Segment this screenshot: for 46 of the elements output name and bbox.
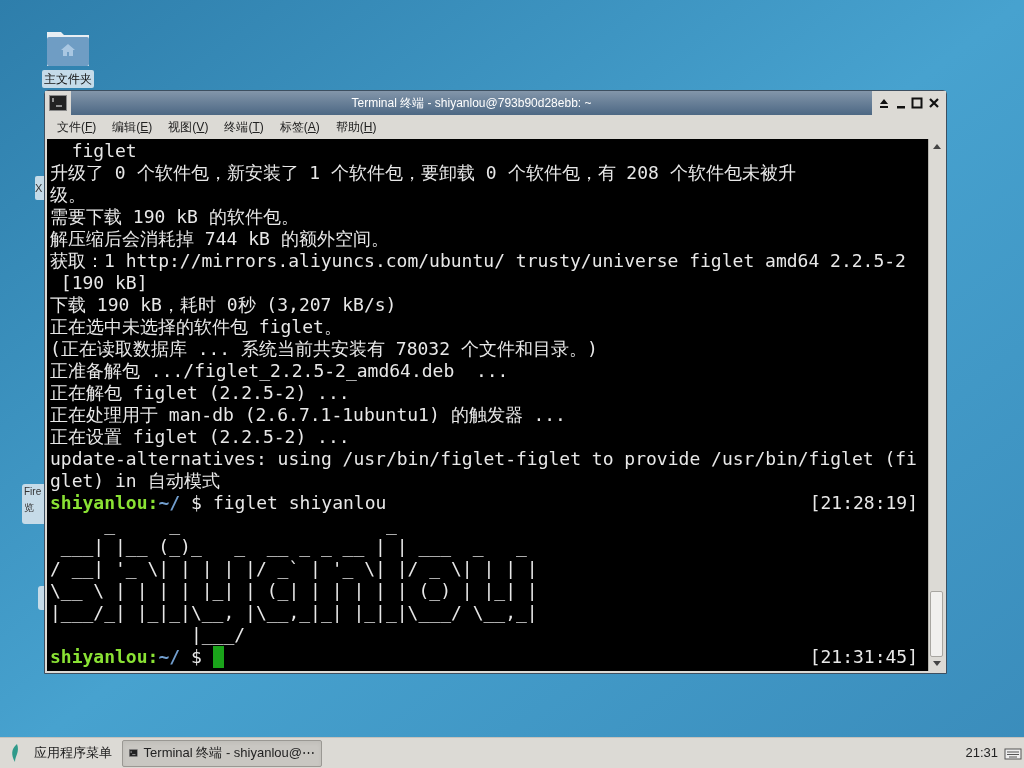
menu-item[interactable]: 视图(V): [168, 118, 209, 136]
applications-menu[interactable]: 应用程序菜单: [34, 743, 112, 763]
icon-label[interactable]: X: [35, 176, 44, 200]
folder-label[interactable]: 主文件夹: [42, 70, 94, 88]
scrollbar[interactable]: [928, 139, 944, 671]
ascii-art-line: \__ \ | | | | |_| | (_| | | | | | (_) | |_| |: [50, 580, 539, 602]
ascii-art-line: / __| '_ \| | | | |/ _` | '_ \| |/ _ \| | | |: [50, 558, 539, 580]
output-line: 级。: [50, 184, 87, 206]
output-line: 正准备解包 .../figlet_2.2.5-2_amd64.deb ...: [50, 360, 510, 382]
menu-item[interactable]: 终端(T): [224, 118, 264, 136]
output-line: update-alternatives: using /usr/bin/figlet-figlet to provide /usr/bin/figlet (fi: [50, 448, 918, 470]
taskbar-button[interactable]: Terminal 终端 - shiyanlou@⋯: [122, 739, 322, 767]
output-line: 获取：1 http://mirrors.aliyuncs.com/ubuntu/ trusty/universe figlet amd64 2.2.5-2: [50, 250, 907, 272]
prompt-line: shiyanlou:~/ $ [21:31:45]: [50, 646, 919, 668]
output-line: 正在解包 figlet (2.2.5-2) ...: [50, 382, 351, 404]
ascii-art-line: _ _ _: [103, 514, 398, 536]
icon-label[interactable]: Fire 览: [22, 484, 44, 524]
terminal-icon: [129, 746, 138, 760]
output-line: figlet: [70, 140, 138, 162]
output-line: glet) in 自动模式: [50, 470, 221, 492]
output-line: 升级了 0 个软件包，新安装了 1 个软件包，要卸载 0 个软件包，有 208 个软件包未被升: [50, 162, 797, 184]
menu-item[interactable]: 文件(F): [57, 118, 97, 136]
terminal-icon[interactable]: [49, 95, 67, 111]
output-line: [190 kB]: [59, 272, 149, 294]
ascii-art-line: |___/: [189, 624, 247, 646]
menu-item[interactable]: 标签(A): [279, 118, 320, 136]
output-line: 正在选中未选择的软件包 figlet。: [50, 316, 343, 338]
scroll-down-icon[interactable]: [932, 661, 941, 667]
ascii-art-line: |___/_| |_|_|\__, |\__,_|_| |_|_|\___/ \__,_|: [50, 602, 539, 624]
close-icon[interactable]: [927, 97, 940, 109]
clock[interactable]: 21:31: [965, 743, 998, 763]
prompt-line: shiyanlou:~/ $ figlet shiyanlou [21:28:19]: [50, 492, 919, 514]
menu-item[interactable]: 帮助(H): [335, 118, 377, 136]
menu-item[interactable]: 编辑(E): [112, 118, 153, 136]
window-title: Terminal 终端 - shiyanlou@793b90d28ebb: ~: [351, 95, 592, 112]
output-line: 正在设置 figlet (2.2.5-2) ...: [50, 426, 351, 448]
output-line: (正在读取数据库 ... 系统当前共安装有 78032 个文件和目录。): [50, 338, 599, 360]
output-line: 正在处理用于 man-db (2.6.7.1-1ubuntu1) 的触发器 ...: [50, 404, 567, 426]
output-line: 下载 190 kB，耗时 0秒 (3,207 kB/s): [50, 294, 398, 316]
shade-icon[interactable]: [878, 97, 891, 109]
output-line: 解压缩后会消耗掉 744 kB 的额外空间。: [50, 228, 390, 250]
scroll-thumb[interactable]: [930, 591, 943, 657]
maximize-icon[interactable]: [911, 97, 924, 109]
output-line: 需要下载 190 kB 的软件包。: [50, 206, 300, 228]
ascii-art-line: ___| |__ (_)_ _ __ _ _ __ | | ___ _ _: [59, 536, 528, 558]
scroll-up-icon[interactable]: [932, 143, 941, 149]
